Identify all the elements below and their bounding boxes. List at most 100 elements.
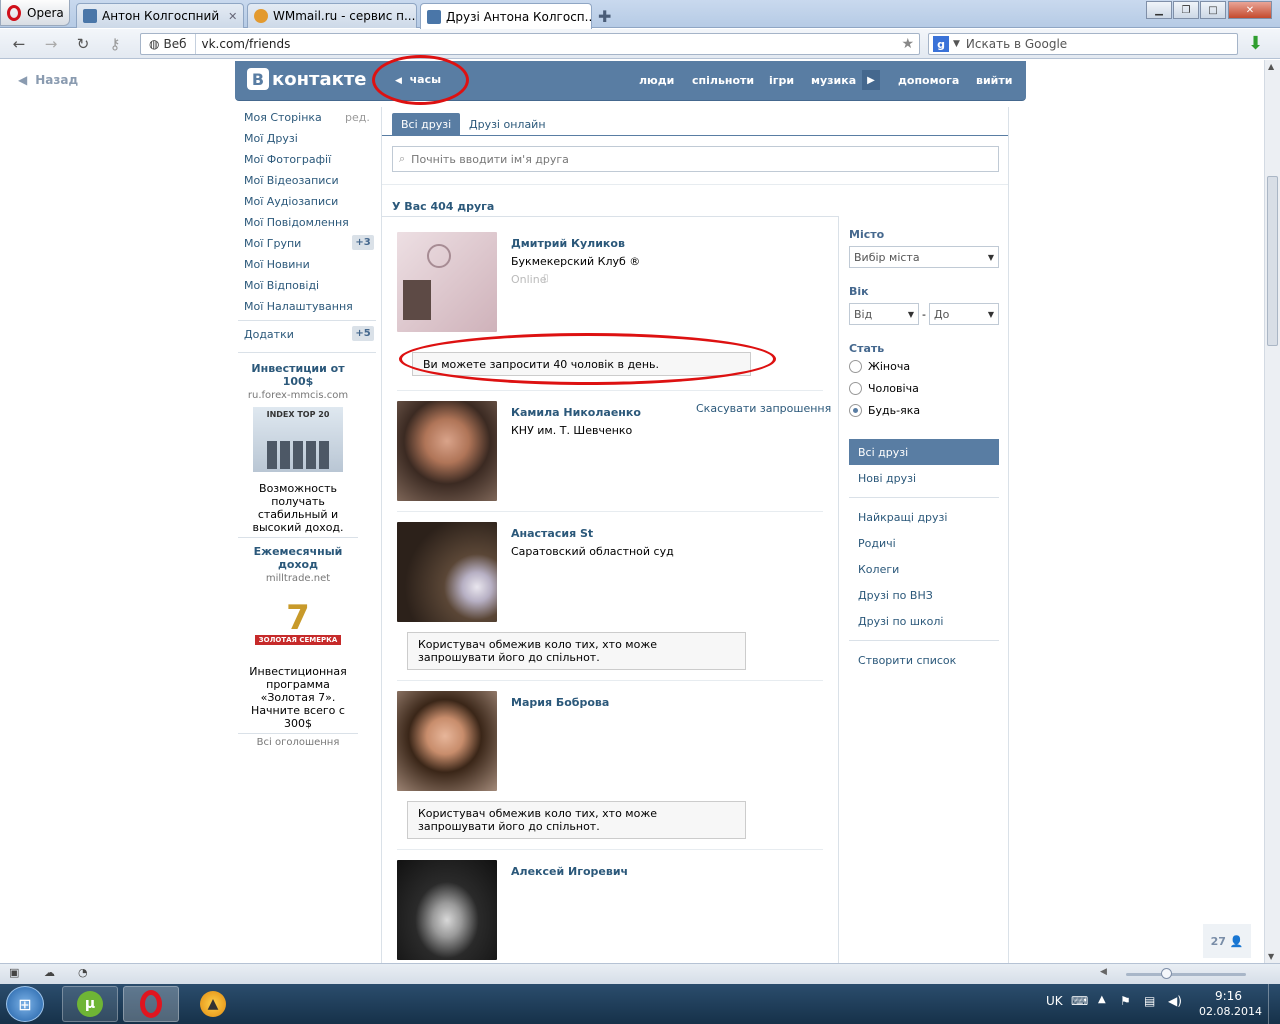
download-icon[interactable]: ⬇ [1248, 33, 1270, 55]
browser-tab[interactable]: Антон Колгоспний ✕ [76, 3, 244, 28]
menu-my-videos[interactable]: Мої Відеозаписи [244, 174, 339, 187]
close-tab-icon[interactable]: ✕ [224, 10, 237, 23]
browser-tab-active[interactable]: Друзі Антона Колгосп... ✕ [420, 3, 592, 29]
list-best-friends[interactable]: Найкращі друзі [858, 511, 947, 524]
menu-my-messages[interactable]: Мої Повідомлення [244, 216, 349, 229]
friend-name[interactable]: Мария Боброва [511, 696, 609, 709]
menu-my-friends[interactable]: Мої Друзі [244, 132, 298, 145]
clock-time[interactable]: 9:16 [1215, 989, 1242, 1003]
friend-search-input[interactable]: ⌕ Почніть вводити ім'я друга [392, 146, 999, 172]
friend-photo[interactable] [397, 860, 497, 960]
list-new-friends[interactable]: Нові друзі [858, 472, 916, 485]
groups-badge[interactable]: +3 [352, 235, 374, 250]
volume-icon[interactable]: ◀) [1168, 994, 1182, 1008]
vk-logo[interactable]: В контакте [247, 68, 366, 90]
reload-icon[interactable]: ↻ [74, 35, 92, 53]
clock-date[interactable]: 02.08.2014 [1199, 1005, 1262, 1018]
create-list-link[interactable]: Створити список [858, 654, 956, 667]
prev-track-icon[interactable]: ◀ [395, 76, 402, 86]
panel-toggle-icon[interactable]: ▣ [9, 966, 19, 979]
action-center-flag-icon[interactable]: ⚑ [1120, 994, 1131, 1008]
friend-photo[interactable] [397, 232, 497, 332]
language-indicator[interactable]: UK [1046, 994, 1063, 1008]
tray-expand-icon[interactable]: ▲ [1098, 994, 1106, 1005]
all-ads-link[interactable]: Всі оголошення [238, 737, 358, 748]
forward-arrow-icon[interactable]: → [42, 35, 60, 53]
key-icon[interactable]: ⚷ [106, 35, 124, 53]
cancel-invitation-link[interactable]: Скасувати запрошення [696, 402, 831, 415]
friend-name[interactable]: Алексей Игоревич [511, 865, 628, 878]
minimize-icon[interactable]: ▁ [1146, 1, 1172, 19]
bookmark-star-icon[interactable]: ★ [901, 36, 919, 52]
list-relatives[interactable]: Родичі [858, 537, 896, 550]
age-from-select[interactable]: Від ▼ [849, 303, 919, 325]
friend-photo[interactable] [397, 401, 497, 501]
taskbar-opera[interactable] [123, 986, 179, 1022]
tab-friends-online[interactable]: Друзі онлайн [460, 113, 555, 136]
ad-block[interactable]: Инвестиции от 100$ ru.forex-mmcis.com IN… [238, 362, 358, 534]
age-to-select[interactable]: До ▼ [929, 303, 999, 325]
friend-name[interactable]: Анастасия St [511, 527, 593, 540]
scroll-down-icon[interactable]: ▼ [1268, 952, 1274, 961]
scroll-up-icon[interactable]: ▲ [1268, 62, 1274, 71]
nav-music[interactable]: музика [811, 74, 856, 87]
zoom-slider-handle[interactable] [1161, 968, 1172, 979]
scrollbar-thumb[interactable] [1267, 176, 1278, 346]
gender-option-female[interactable]: Жіноча [849, 360, 910, 373]
ad-title[interactable]: Ежемесячный доход [238, 545, 358, 571]
list-all-friends[interactable]: Всі друзі [849, 439, 999, 465]
menu-my-page[interactable]: Моя Сторінка [244, 111, 322, 124]
show-desktop-button[interactable] [1268, 984, 1280, 1024]
chevron-down-icon[interactable]: ▼ [953, 39, 960, 49]
list-university-friends[interactable]: Друзі по ВНЗ [858, 589, 933, 602]
gender-option-male[interactable]: Чоловіча [849, 382, 919, 395]
zoom-out-icon[interactable]: ◀ [1100, 967, 1107, 977]
ad-image[interactable]: 7 ЗОЛОТАЯ СЕМЕРКА [253, 590, 343, 655]
new-tab-icon[interactable]: ✚ [598, 7, 611, 26]
close-window-icon[interactable]: ✕ [1228, 1, 1272, 19]
browser-tab[interactable]: WMmail.ru - сервис п... ✕ [247, 3, 417, 28]
menu-my-photos[interactable]: Мої Фотографії [244, 153, 331, 166]
maximize-icon[interactable]: □ [1200, 1, 1226, 19]
city-select[interactable]: Вибір міста ▼ [849, 246, 999, 268]
nav-help[interactable]: допомога [898, 74, 959, 87]
nav-communities[interactable]: спільноти [692, 74, 754, 87]
web-badge[interactable]: ◍ Веб [141, 34, 196, 54]
audio-player-mini[interactable]: ◀ часы [395, 73, 441, 86]
list-colleagues[interactable]: Колеги [858, 563, 899, 576]
taskbar-utorrent[interactable]: µ [62, 986, 118, 1022]
network-icon[interactable]: ▤ [1144, 994, 1155, 1008]
edit-link[interactable]: ред. [345, 111, 370, 124]
cloud-icon[interactable]: ☁ [44, 966, 55, 979]
back-arrow-icon[interactable]: ← [10, 35, 28, 53]
ad-image[interactable]: INDEX TOP 20 [253, 407, 343, 472]
play-icon[interactable]: ▶ [862, 70, 880, 90]
nav-people[interactable]: люди [639, 74, 674, 87]
ad-block[interactable]: Ежемесячный доход milltrade.net 7 ЗОЛОТА… [238, 545, 358, 730]
nav-games[interactable]: ігри [769, 74, 794, 87]
start-button[interactable]: ⊞ [6, 986, 44, 1022]
menu-my-audio[interactable]: Мої Аудіозаписи [244, 195, 338, 208]
list-school-friends[interactable]: Друзі по школі [858, 615, 943, 628]
opera-menu-button[interactable]: Opera [0, 0, 70, 26]
address-bar[interactable]: ◍ Веб vk.com/friends ★ [140, 33, 920, 55]
zoom-slider-track[interactable] [1126, 973, 1246, 976]
restore-icon[interactable]: ❐ [1173, 1, 1199, 19]
gender-option-any[interactable]: Будь-яка [849, 404, 920, 417]
speed-dial-icon[interactable]: ◔ [78, 966, 88, 979]
friend-name[interactable]: Камила Николаенко [511, 406, 641, 419]
taskbar-aimp[interactable]: ▲ [195, 990, 231, 1018]
nav-logout[interactable]: вийти [976, 74, 1012, 87]
menu-my-replies[interactable]: Мої Відповіді [244, 279, 319, 292]
search-engine-field[interactable]: g ▼ Искать в Google [928, 33, 1238, 55]
back-link[interactable]: ◀ Назад [18, 73, 78, 87]
keyboard-icon[interactable]: ⌨ [1071, 994, 1088, 1008]
friend-photo[interactable] [397, 522, 497, 622]
vertical-scrollbar[interactable]: ▲ ▼ [1264, 60, 1280, 963]
online-friends-counter[interactable]: 27 👤 [1203, 924, 1251, 958]
ad-title[interactable]: Инвестиции от 100$ [238, 362, 358, 388]
menu-my-news[interactable]: Мої Новини [244, 258, 310, 271]
menu-my-settings[interactable]: Мої Налаштування [244, 300, 353, 313]
friend-name[interactable]: Дмитрий Куликов [511, 237, 625, 250]
menu-my-groups[interactable]: Мої Групи [244, 237, 301, 250]
